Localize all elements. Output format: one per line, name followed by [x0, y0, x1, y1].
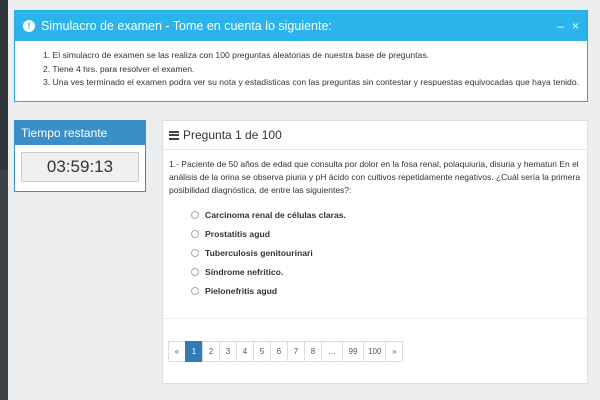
page-prev-button[interactable]: «: [168, 341, 186, 362]
left-sidebar-strip: [0, 0, 8, 400]
option-label: Síndrome nefrítico.: [205, 266, 284, 277]
info-item: 3. Una ves terminado el examen podra ver…: [43, 77, 579, 87]
page-button-99[interactable]: 99: [342, 341, 364, 362]
question-panel: Pregunta 1 de 100 1.- Paciente de 50 año…: [162, 120, 588, 384]
radio-button[interactable]: [191, 286, 199, 295]
divider: [163, 318, 587, 319]
option-label: Prostatitis agud: [205, 228, 270, 239]
page-button-1[interactable]: 1: [185, 341, 203, 362]
page-button-3[interactable]: 3: [219, 341, 237, 362]
option-label: Carcinoma renal de células claras.: [205, 209, 346, 220]
timer-value: 03:59:13: [21, 152, 139, 182]
question-text: 1.- Paciente de 50 años de edad que cons…: [169, 159, 581, 195]
page-button-6[interactable]: 6: [270, 341, 288, 362]
info-list: 1. El simulacro de examen se las realiza…: [15, 41, 587, 90]
list-icon: [169, 130, 179, 140]
page-button-2[interactable]: 2: [202, 341, 220, 362]
radio-button[interactable]: [191, 229, 199, 238]
radio-button[interactable]: [191, 248, 199, 257]
question-counter: Pregunta 1 de 100: [183, 128, 282, 142]
page-next-button[interactable]: »: [385, 341, 404, 362]
option-label: Tuberculosis genitourinari: [205, 247, 313, 258]
page-button-5[interactable]: 5: [253, 341, 271, 362]
answer-option[interactable]: Síndrome nefrítico.: [191, 262, 587, 281]
question-header: Pregunta 1 de 100: [163, 121, 587, 150]
answer-option[interactable]: Prostatitis agud: [191, 224, 587, 243]
answer-option[interactable]: Tuberculosis genitourinari: [191, 243, 587, 262]
page-button-4[interactable]: 4: [236, 341, 254, 362]
pagination: « 1 2 3 4 5 6 7 8 ... 99 100 »: [168, 341, 404, 362]
answer-options: Carcinoma renal de células claras. Prost…: [163, 197, 587, 300]
option-label: Pielonefritis agud: [205, 285, 278, 296]
minimize-button[interactable]: –: [557, 19, 564, 33]
info-item: 2. Tiene 4 hrs. para resolver el examen.: [43, 63, 195, 74]
page-button-8[interactable]: 8: [304, 341, 322, 362]
timer-title: Tiempo restante: [15, 121, 145, 145]
info-item: 1. El simulacro de examen se las realiza…: [43, 50, 429, 60]
timer-panel: Tiempo restante 03:59:13: [14, 120, 146, 192]
page-ellipsis[interactable]: ...: [321, 341, 343, 362]
close-button[interactable]: ×: [572, 19, 579, 33]
radio-button[interactable]: [191, 267, 199, 276]
exclamation-circle-icon: !: [23, 20, 35, 32]
info-panel-title: Simulacro de examen - Tome en cuenta lo …: [41, 19, 332, 33]
info-panel-header: ! Simulacro de examen - Tome en cuenta l…: [15, 11, 587, 41]
radio-button[interactable]: [191, 210, 199, 219]
page-button-7[interactable]: 7: [287, 341, 305, 362]
page-button-100[interactable]: 100: [363, 341, 387, 362]
exam-info-panel: ! Simulacro de examen - Tome en cuenta l…: [14, 10, 588, 102]
answer-option[interactable]: Carcinoma renal de células claras.: [191, 205, 587, 224]
answer-option[interactable]: Pielonefritis agud: [191, 281, 587, 300]
